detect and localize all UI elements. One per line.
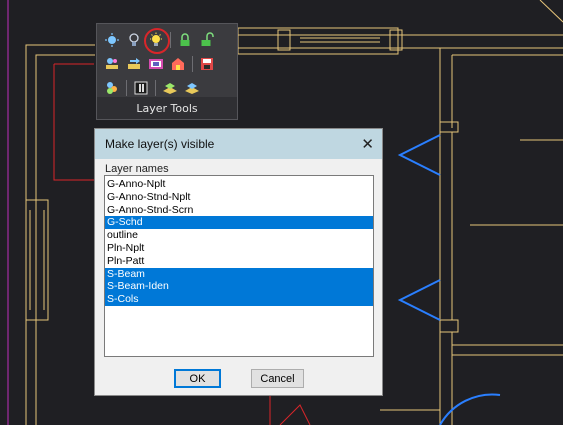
list-item[interactable]: Pln-Patt [105, 255, 373, 268]
cancel-button[interactable]: Cancel [251, 369, 304, 388]
layer-freeze-vp-icon[interactable] [147, 55, 165, 73]
palette-row-3 [103, 78, 205, 98]
list-item[interactable]: G-Anno-Nplt [105, 178, 373, 191]
layer-names-label: Layer names [105, 163, 169, 175]
palette-separator [170, 32, 171, 48]
layer-save-icon[interactable] [198, 55, 216, 73]
layer-change-icon[interactable] [125, 55, 143, 73]
list-item[interactable]: S-Beam-Iden [105, 280, 373, 294]
list-item[interactable]: G-Schd [105, 216, 373, 230]
list-item[interactable]: outline [105, 229, 373, 242]
palette-row-2 [103, 54, 220, 74]
layer-on-bulb-icon[interactable] [125, 31, 143, 49]
layer-match-icon[interactable] [103, 55, 121, 73]
close-icon[interactable]: ✕ [361, 137, 374, 152]
layer-isolate-icon[interactable] [103, 31, 121, 49]
layer-unlock-icon[interactable] [198, 31, 216, 49]
layer-walk-icon[interactable] [103, 79, 121, 97]
list-item[interactable]: Pln-Nplt [105, 242, 373, 255]
dialog-title: Make layer(s) visible [105, 137, 215, 151]
palette-separator [192, 56, 193, 72]
list-item[interactable]: G-Anno-Stnd-Nplt [105, 191, 373, 204]
layer-tools-palette: Layer Tools [96, 23, 238, 120]
make-visible-bulb-icon[interactable] [144, 28, 170, 54]
palette-row-1 [103, 28, 220, 54]
layer-move-icon[interactable] [183, 79, 201, 97]
make-visible-dialog: Make layer(s) visible ✕ Layer names G-An… [94, 128, 383, 396]
ok-button[interactable]: OK [174, 369, 221, 388]
list-item[interactable]: G-Anno-Stnd-Scrn [105, 204, 373, 217]
layer-copy-icon[interactable] [161, 79, 179, 97]
palette-separator [155, 80, 156, 96]
palette-title: Layer Tools [97, 97, 237, 119]
layer-properties-icon[interactable] [132, 79, 150, 97]
layer-names-listbox[interactable]: G-Anno-Nplt G-Anno-Stnd-Nplt G-Anno-Stnd… [104, 175, 374, 357]
layer-lock-icon[interactable] [176, 31, 194, 49]
palette-separator [126, 80, 127, 96]
list-item[interactable]: S-Beam [105, 267, 373, 281]
layer-merge-icon[interactable] [169, 55, 187, 73]
dialog-titlebar[interactable]: Make layer(s) visible ✕ [95, 129, 382, 159]
list-item[interactable]: S-Cols [105, 293, 373, 306]
